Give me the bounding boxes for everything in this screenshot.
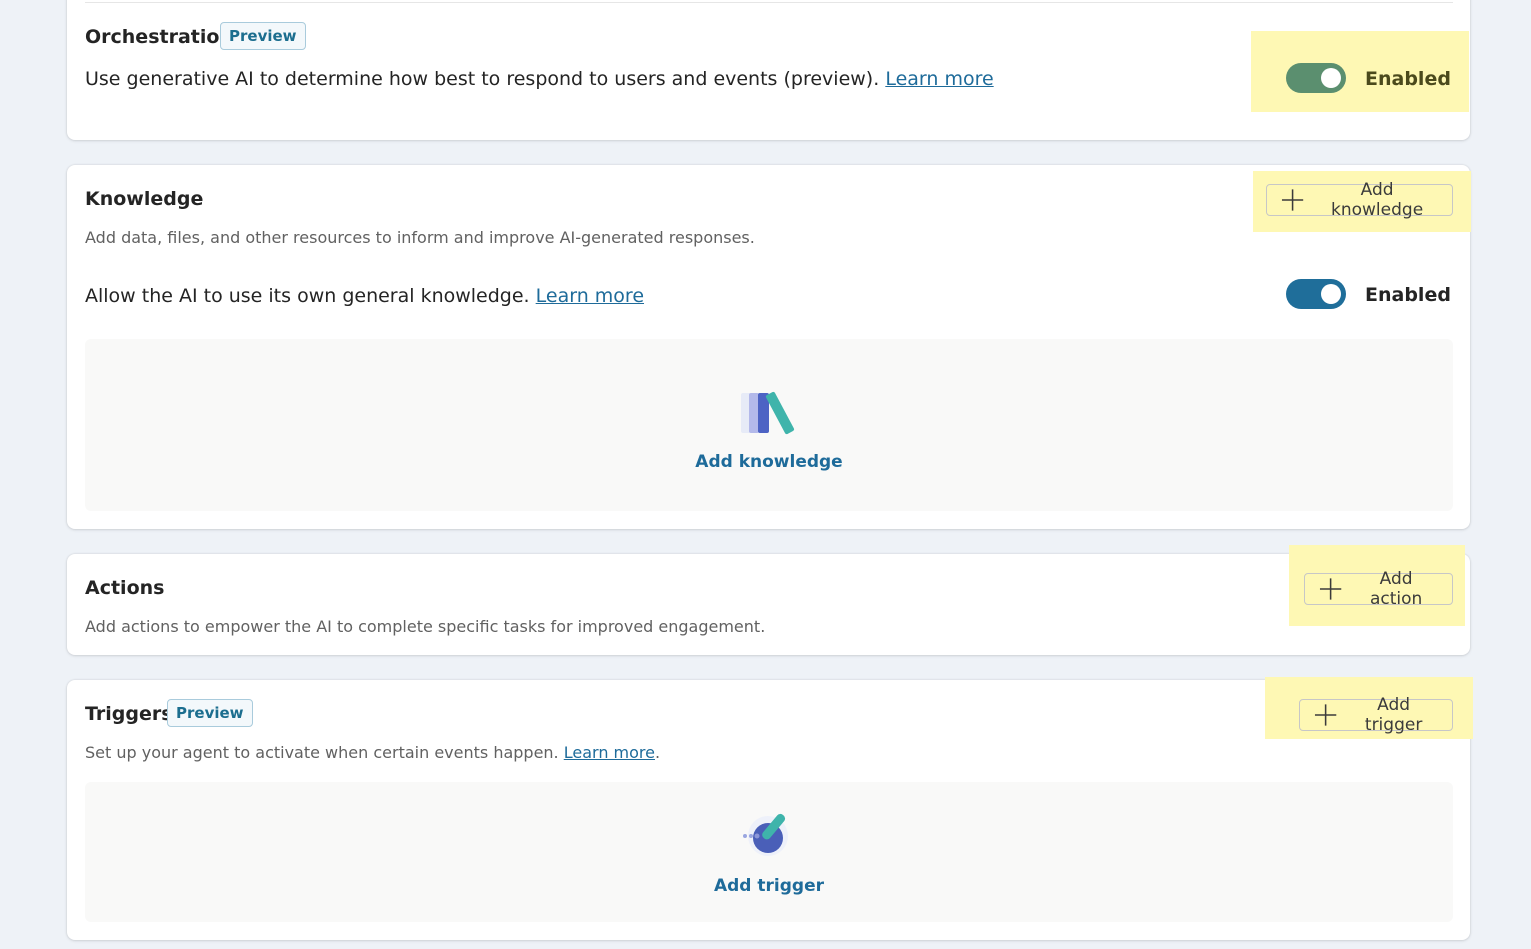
triggers-period: . [654, 743, 661, 762]
books-icon [741, 391, 795, 435]
triggers-card: Triggers Preview Add trigger Set up your… [67, 677, 1473, 940]
general-knowledge-toggle-label: Enabled [1365, 284, 1451, 306]
actions-card: Actions Add action Add actions to empowe… [67, 545, 1470, 655]
knowledge-title: Knowledge [85, 188, 204, 210]
actions-description: Add actions to empower the AI to complet… [85, 617, 766, 636]
knowledge-empty-state: Add knowledge [85, 339, 1453, 511]
plus-icon [1319, 578, 1342, 600]
orchestration-toggle[interactable] [1286, 63, 1346, 93]
plus-icon [1281, 189, 1304, 211]
add-action-button[interactable]: Add action [1304, 569, 1453, 609]
add-knowledge-empty-link[interactable]: Add knowledge [85, 452, 1453, 472]
add-trigger-label: Add trigger [1364, 695, 1423, 735]
knowledge-learn-more-link[interactable]: Learn more [536, 285, 644, 307]
triggers-learn-more-link[interactable]: Learn more [564, 743, 655, 762]
triggers-description-text: Set up your agent to activate when certa… [85, 743, 559, 762]
knowledge-description: Add data, files, and other resources to … [85, 228, 755, 247]
general-knowledge-label: Allow the AI to use its own general know… [85, 285, 530, 307]
general-knowledge-text: Allow the AI to use its own general know… [85, 285, 644, 307]
add-trigger-empty-link[interactable]: Add trigger [85, 876, 1453, 896]
triggers-description: Set up your agent to activate when certa… [85, 743, 660, 762]
add-knowledge-button[interactable]: Add knowledge [1266, 180, 1453, 220]
triggers-title: Triggers [85, 703, 173, 725]
plus-icon [1314, 704, 1337, 726]
actions-title: Actions [85, 577, 165, 599]
knowledge-card: Knowledge Add knowledge Add data, files,… [67, 165, 1471, 529]
top-divider [85, 2, 1453, 3]
add-knowledge-label: Add knowledge [1331, 180, 1424, 220]
toggle-knob [1321, 284, 1341, 304]
orchestration-learn-more-link[interactable]: Learn more [885, 68, 993, 90]
triggers-empty-state: Add trigger [85, 782, 1453, 922]
orchestration-title: Orchestration [85, 26, 233, 48]
general-knowledge-toggle[interactable] [1286, 279, 1346, 309]
orchestration-card: Orchestration Preview Use generative AI … [67, 0, 1470, 140]
add-action-label: Add action [1369, 569, 1423, 609]
orchestration-toggle-label: Enabled [1365, 68, 1451, 90]
triggers-preview-badge: Preview [167, 699, 253, 727]
orchestration-preview-badge: Preview [220, 22, 306, 50]
orchestration-description: Use generative AI to determine how best … [85, 68, 994, 90]
add-trigger-button[interactable]: Add trigger [1299, 695, 1453, 735]
toggle-knob [1321, 68, 1341, 88]
trigger-icon [743, 813, 788, 856]
orchestration-text: Use generative AI to determine how best … [85, 68, 880, 90]
